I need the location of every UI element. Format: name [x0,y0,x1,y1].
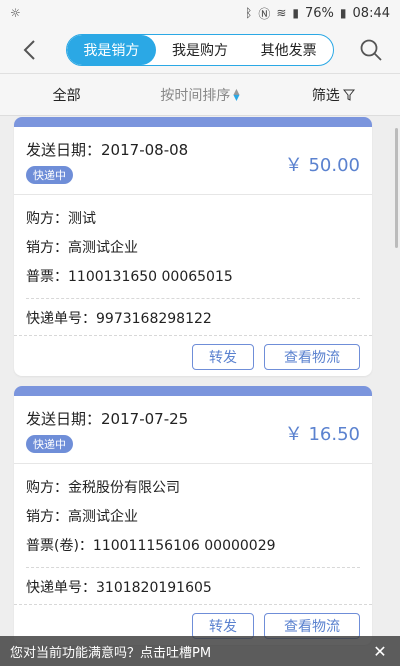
clock: 08:44 [352,5,390,21]
buyer-name: 购方：金税股份有限公司 [26,480,180,496]
signal-icon: ▮ [292,6,300,20]
tab-buyer[interactable]: 我是购方 [156,35,245,65]
card-header: 发送日期：2017-08-08 快递中 ￥ 50.00 [14,127,372,195]
seller-name: 销方：高测试企业 [26,509,138,525]
invoice-number: 普票(卷)：110011156106 00000029 [26,538,276,554]
buyer-name: 购方：测试 [26,211,96,227]
divider [26,567,360,568]
search-button[interactable] [356,35,386,65]
invoice-card[interactable]: 发送日期：2017-08-08 快递中 ￥ 50.00 购方：测试 销方：高测试… [14,117,372,376]
invoice-number: 普票：1100131650 00065015 [26,269,233,285]
filter-label: 筛选 [311,87,340,104]
sort-arrows-icon: ▲ ▼ [233,86,240,102]
status-badge: 快递中 [26,166,73,184]
role-tabs: 我是销方 我是购方 其他发票 [66,34,334,66]
divider [26,298,360,299]
brightness-icon: ☼ [10,5,21,20]
status-badge: 快递中 [26,435,73,453]
send-date-label: 发送日期： [26,141,102,159]
invoice-card[interactable]: 发送日期：2017-07-25 快递中 ￥ 16.50 购方：金税股份有限公司 … [14,386,372,645]
card-body: 购方：测试 销方：高测试企业 普票：1100131650 00065015 快递… [14,195,372,335]
seller-name: 销方：高测试企业 [26,240,138,256]
back-button[interactable] [14,35,44,65]
sort-label: 按时间排序 [160,87,231,104]
card-header: 发送日期：2017-07-25 快递中 ￥ 16.50 [14,396,372,464]
invoice-amount: ￥ 16.50 [284,424,360,445]
card-top-bar [14,117,372,127]
invoice-amount: ￥ 50.00 [284,155,360,176]
view-logistics-button[interactable]: 查看物流 [264,344,360,370]
funnel-icon [342,89,355,101]
filter-all[interactable]: 全部 [0,85,133,105]
nfc-icon: Ⓝ [258,6,271,21]
scrollbar[interactable] [395,128,398,248]
send-date-value: 2017-07-25 [101,410,189,428]
send-date-value: 2017-08-08 [101,141,189,159]
nav-bar: 我是销方 我是购方 其他发票 [0,26,400,74]
filter-bar: 全部 按时间排序 ▲ ▼ 筛选 [0,74,400,116]
card-body: 购方：金税股份有限公司 销方：高测试企业 普票(卷)：110011156106 … [14,464,372,604]
send-date-label: 发送日期： [26,410,102,428]
wifi-icon: ≋ [276,6,287,20]
filter-all-label: 全部 [52,87,81,104]
chevron-left-icon [23,40,35,60]
close-icon[interactable]: ✕ [370,641,390,661]
invoice-list[interactable]: 发送日期：2017-08-08 快递中 ￥ 50.00 购方：测试 销方：高测试… [0,117,386,666]
card-top-bar [14,386,372,396]
filter-button[interactable]: 筛选 [267,85,400,105]
feedback-text[interactable]: 您对当前功能满意吗？点击吐槽PM [10,642,370,661]
battery-icon: ▮ [339,6,347,20]
forward-button[interactable]: 转发 [192,344,254,370]
express-number: 快递单号：9973168298122 [26,311,212,327]
search-icon [360,39,382,61]
status-bar: ☼ ᛒ Ⓝ ≋ ▮ 76% ▮ 08:44 [0,0,400,26]
bluetooth-icon: ᛒ [245,6,253,20]
sort-by-time[interactable]: 按时间排序 ▲ ▼ [133,85,266,105]
tab-other-invoices[interactable]: 其他发票 [244,35,333,65]
card-actions: 转发 查看物流 [14,335,372,376]
battery-percent: 76% [305,5,334,21]
feedback-banner[interactable]: 您对当前功能满意吗？点击吐槽PM ✕ [0,636,400,666]
tab-seller[interactable]: 我是销方 [67,35,156,65]
express-number: 快递单号：3101820191605 [26,580,212,596]
